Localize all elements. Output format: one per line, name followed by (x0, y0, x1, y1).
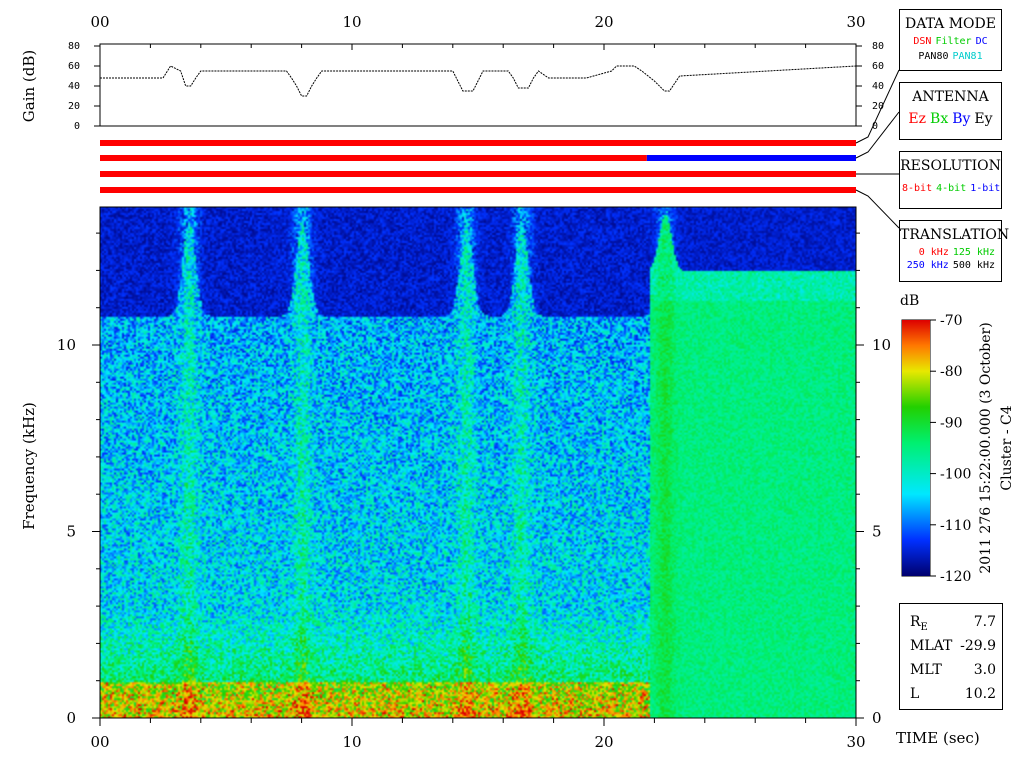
translation-entry: 0 kHz (918, 247, 949, 258)
antenna-row: Ez Bx By Ey (900, 111, 1001, 127)
antenna-title: ANTENNA (912, 89, 989, 105)
antenna-box: ANTENNA Ez Bx By Ey (899, 82, 1002, 140)
gain-panel-frame (99, 43, 857, 127)
bottom-x-tick-label: 30 (846, 733, 865, 751)
top-x-tick-label: 30 (846, 13, 865, 31)
y-tick-label: 5 (66, 523, 76, 541)
orbit-info-label: L (910, 686, 920, 702)
gain-y-tick-label-right: 40 (872, 81, 884, 92)
translation-title: TRANSLATION (900, 227, 1010, 243)
orbit-info-value: 7.7 (973, 614, 996, 630)
resolution-box: RESOLUTION 8-bit 4-bit 1-bit (899, 151, 1002, 209)
translation-row-2: 250 kHz 500 kHz (900, 260, 1001, 271)
bottom-x-tick-label: 10 (342, 733, 361, 751)
channel-bar-segment (100, 171, 856, 177)
orbit-info-label: RE (910, 614, 928, 633)
gain-axis-label: Gain (dB) (20, 50, 38, 122)
data-mode-entry: DC (975, 36, 988, 47)
time-axis-label: TIME (sec) (896, 729, 980, 747)
data-mode-title: DATA MODE (905, 16, 996, 32)
translation-row-1: 0 kHz 125 kHz (900, 247, 1001, 258)
antenna-entry: Bx (930, 111, 949, 127)
colorbar-tick-label: -70 (940, 313, 963, 329)
orbit-info-label: MLT (910, 662, 942, 678)
resolution-entry: 8-bit (902, 183, 933, 194)
y-tick-label-right: 5 (872, 523, 882, 541)
data-mode-row-2: PAN80 PAN81 (900, 51, 1001, 62)
colorbar-tick-label: -80 (940, 364, 963, 380)
orbit-info-row: L 10.2 (910, 682, 996, 706)
orbit-info-row: MLAT -29.9 (910, 634, 996, 658)
data-mode-row-1: DSN Filter DC (900, 36, 1001, 47)
resolution-title: RESOLUTION (900, 158, 1001, 174)
data-mode-entry: Filter (935, 36, 972, 47)
channel-bar-segment (100, 187, 856, 193)
gain-y-tick-label-right: 80 (872, 41, 884, 52)
colorbar-tick-label: -90 (940, 415, 963, 431)
top-x-tick-label: 00 (90, 13, 109, 31)
antenna-entry: Ez (908, 111, 927, 127)
orbit-info-value: 10.2 (964, 686, 996, 702)
channel-bar-segment (646, 155, 856, 161)
orbit-info-row: RE 7.7 (910, 610, 996, 634)
y-tick-label-right: 0 (872, 709, 882, 727)
colorbar-tick-label: -100 (940, 467, 971, 483)
gain-y-tick-label: 60 (68, 61, 80, 72)
mission-label: Cluster - C4 (999, 405, 1015, 490)
gain-y-tick-label: 20 (68, 101, 80, 112)
legend-connector-line (855, 189, 900, 229)
bottom-x-tick-label: 20 (594, 733, 613, 751)
orbit-info-row: MLT 3.0 (910, 658, 996, 682)
colorbar-unit-label: dB (900, 293, 919, 309)
colorbar-tick-label: -110 (940, 518, 971, 534)
translation-box: TRANSLATION 0 kHz 125 kHz 250 kHz 500 kHz (899, 220, 1010, 282)
orbit-info-value: 3.0 (973, 662, 996, 678)
top-x-tick-label: 20 (594, 13, 613, 31)
plot-frame: 000010102020303080 8060 6040 4020 200 0Gain (… (20, 13, 1015, 751)
bottom-x-tick-label: 00 (90, 733, 109, 751)
top-x-tick-label: 10 (342, 13, 361, 31)
gain-y-tick-label: 40 (68, 81, 80, 92)
data-mode-entry: PAN81 (952, 51, 983, 62)
channel-bar-segment (100, 155, 647, 161)
antenna-entry: By (952, 111, 971, 127)
orbit-info-label: MLAT (910, 638, 953, 654)
y-tick-label: 10 (57, 336, 76, 354)
timestamp-label: 2011 276 15:22:00.000 (3 October) (978, 322, 994, 573)
gain-y-tick-label: 80 (68, 41, 80, 52)
y-tick-label: 0 (66, 709, 76, 727)
resolution-entry: 4-bit (936, 183, 967, 194)
channel-bar-segment (100, 140, 856, 146)
data-mode-entry: DSN (913, 36, 932, 47)
data-mode-box: DATA MODE DSN Filter DC PAN80 PAN81 (899, 9, 1002, 71)
y-tick-label-right: 10 (872, 336, 891, 354)
data-mode-entry: PAN80 (918, 51, 949, 62)
translation-entry: 250 kHz (906, 260, 949, 271)
resolution-row: 8-bit 4-bit 1-bit (900, 183, 1001, 194)
resolution-entry: 1-bit (970, 183, 1001, 194)
orbit-info-box: RE 7.7 MLAT -29.9 MLT 3.0 L 10.2 (899, 603, 1003, 710)
legend-connector-line (855, 111, 900, 159)
gain-profile-line (100, 65, 857, 97)
frequency-axis-label: Frequency (kHz) (20, 402, 38, 530)
wbd-plot: 00 00 10 10 20 20 30 30 80 80 60 60 40 40 20 20 0 0 Gain (… (0, 0, 1024, 768)
antenna-entry: Ey (974, 111, 993, 127)
translation-entry: 125 kHz (952, 247, 995, 258)
translation-entry: 500 kHz (952, 260, 995, 271)
gain-y-tick-label: 0 (74, 121, 80, 132)
colorbar (902, 320, 930, 576)
colorbar-tick-label: -120 (940, 569, 971, 585)
gain-y-tick-label-right: 60 (872, 61, 884, 72)
spectrogram-frame (99, 206, 857, 719)
orbit-info-value: -29.9 (960, 638, 996, 654)
